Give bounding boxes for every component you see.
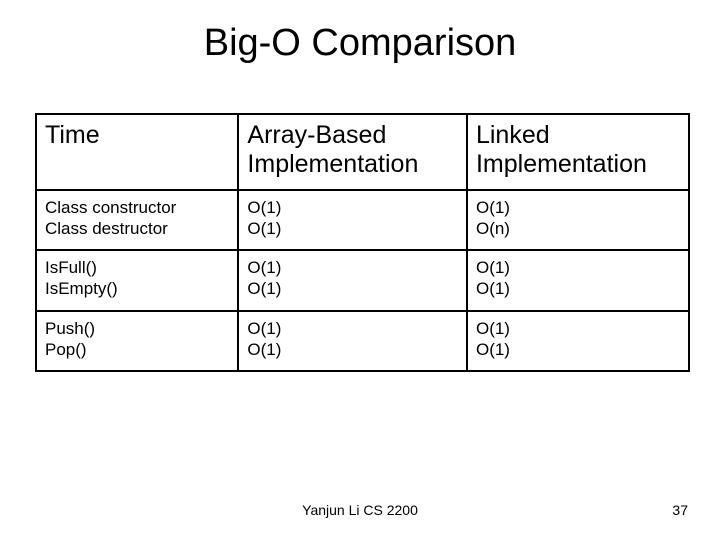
comparison-table-wrap: Time Array-Based Implementation Linked I… [35, 113, 690, 372]
table-header-row: Time Array-Based Implementation Linked I… [36, 114, 689, 190]
row-linked: O(1) O(1) [467, 250, 689, 311]
header-linked: Linked Implementation [467, 114, 689, 190]
header-time: Time [36, 114, 238, 190]
row-linked-b: O(n) [476, 218, 680, 239]
row-array-a: O(1) [247, 257, 458, 278]
row-array-b: O(1) [247, 218, 458, 239]
row-linked-a: O(1) [476, 318, 680, 339]
row-label-a: Class constructor [45, 197, 229, 218]
row-linked: O(1) O(1) [467, 311, 689, 372]
header-array: Array-Based Implementation [238, 114, 467, 190]
footer-page-number: 37 [672, 502, 688, 518]
row-array-b: O(1) [247, 278, 458, 299]
footer-author: Yanjun Li CS 2200 [0, 502, 720, 518]
row-label-b: IsEmpty() [45, 278, 229, 299]
row-label-a: Push() [45, 318, 229, 339]
row-label: IsFull() IsEmpty() [36, 250, 238, 311]
row-label-b: Class destructor [45, 218, 229, 239]
row-array-a: O(1) [247, 318, 458, 339]
row-label-b: Pop() [45, 339, 229, 360]
slide: Big-O Comparison Time Array-Based Implem… [0, 0, 720, 540]
row-array: O(1) O(1) [238, 311, 467, 372]
row-linked: O(1) O(n) [467, 190, 689, 251]
row-linked-b: O(1) [476, 339, 680, 360]
row-array-a: O(1) [247, 197, 458, 218]
row-label-a: IsFull() [45, 257, 229, 278]
row-label: Push() Pop() [36, 311, 238, 372]
table-row: Push() Pop() O(1) O(1) O(1) O(1) [36, 311, 689, 372]
slide-title: Big-O Comparison [0, 0, 720, 83]
table-row: Class constructor Class destructor O(1) … [36, 190, 689, 251]
row-linked-b: O(1) [476, 278, 680, 299]
table-row: IsFull() IsEmpty() O(1) O(1) O(1) O(1) [36, 250, 689, 311]
row-array: O(1) O(1) [238, 250, 467, 311]
row-array-b: O(1) [247, 339, 458, 360]
row-label: Class constructor Class destructor [36, 190, 238, 251]
row-linked-a: O(1) [476, 197, 680, 218]
row-linked-a: O(1) [476, 257, 680, 278]
row-array: O(1) O(1) [238, 190, 467, 251]
comparison-table: Time Array-Based Implementation Linked I… [35, 113, 690, 372]
